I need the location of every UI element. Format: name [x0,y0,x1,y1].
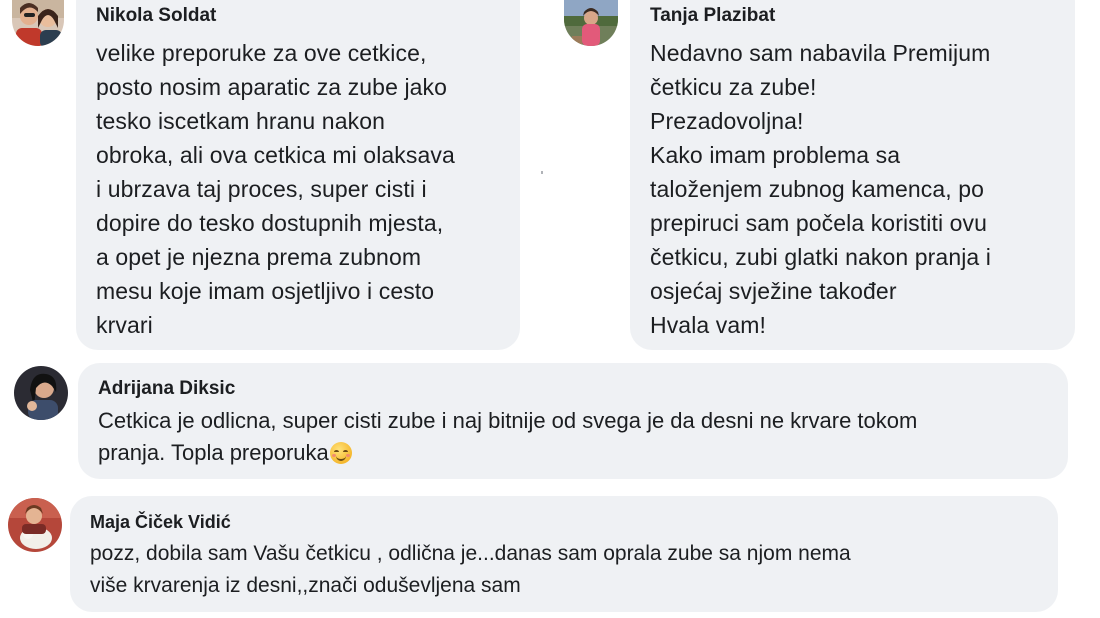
smiling-blush-emoji-icon [329,442,352,464]
avatar[interactable] [14,366,68,420]
comments-page: Nikola Soldat velike preporuke za ove ce… [0,0,1100,618]
comment-author[interactable]: Tanja Plazibat [650,4,1055,28]
pet-photo-avatar-icon [8,498,62,552]
avatar[interactable] [8,498,62,552]
portrait-photo-avatar-icon [14,366,68,420]
comment-text: Nedavno sam nabavila Premijum četkicu za… [650,40,992,338]
comment-bubble: Adrijana Diksic Cetkica je odlicna, supe… [78,363,1068,479]
comment-author[interactable]: Maja Čiček Vidić [90,510,1038,534]
avatar[interactable] [12,0,64,46]
comment-text: pozz, dobila sam Vašu četkicu , odlična … [90,542,851,597]
comment-author[interactable]: Adrijana Diksic [98,377,1048,401]
comment-text: velike preporuke za ove cetkice, posto n… [96,40,455,338]
comment-bubble: Maja Čiček Vidić pozz, dobila sam Vašu č… [70,496,1058,612]
avatar[interactable] [564,0,618,46]
couple-photo-avatar-icon [12,0,64,46]
comment-bubble: Tanja Plazibat Nedavno sam nabavila Prem… [630,0,1075,350]
comment-bubble: Nikola Soldat velike preporuke za ove ce… [76,0,520,350]
comment-author[interactable]: Nikola Soldat [96,4,500,28]
divider-dot [541,171,543,174]
comment-text: Cetkica je odlicna, super cisti zube i n… [98,405,1048,469]
outdoor-photo-avatar-icon [564,0,618,46]
comment-text-body: Cetkica je odlicna, super cisti zube i n… [98,408,918,465]
